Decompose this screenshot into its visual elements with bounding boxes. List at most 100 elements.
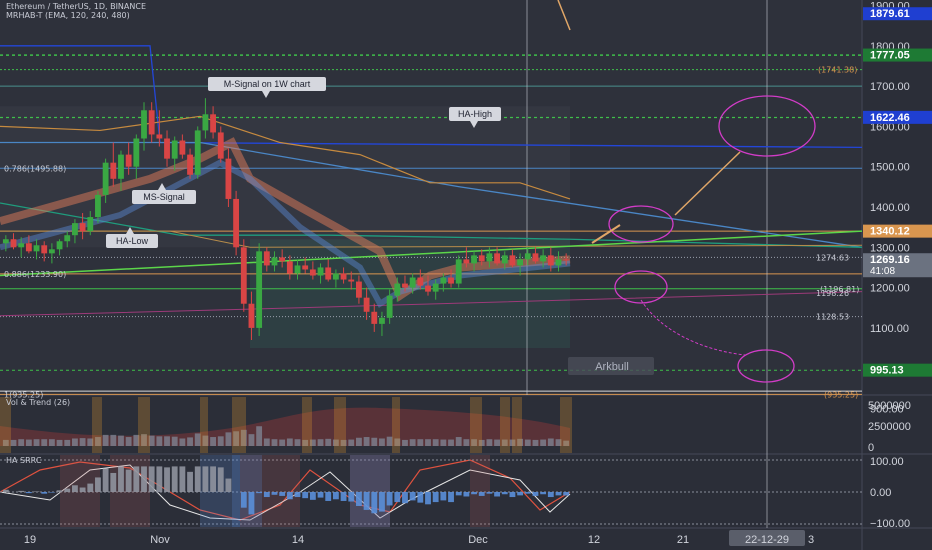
volume-bar: [10, 439, 17, 446]
candle-body: [79, 223, 86, 232]
ha-bar: [56, 490, 63, 492]
time-tick-label: 21: [677, 534, 689, 546]
volume-bar: [317, 439, 324, 446]
volume-bar: [41, 439, 48, 446]
candle-body: [363, 297, 370, 312]
ha-bar: [409, 492, 416, 501]
candle-body: [95, 194, 101, 218]
time-tick-label: 22-12-29: [745, 534, 789, 546]
candle-body: [87, 217, 94, 232]
candle-body: [386, 295, 393, 318]
ha-bar: [309, 492, 316, 500]
candle-body: [202, 114, 209, 131]
volume-pane-label: Vol & Trend (26): [6, 398, 71, 407]
price-badge-label: 1777.05: [870, 50, 910, 62]
volume-bar: [179, 438, 186, 446]
volume-bar: [48, 439, 55, 446]
ha-bar: [302, 492, 309, 499]
volume-bar: [164, 436, 170, 446]
level-label: 1128.53: [816, 313, 849, 322]
candle-body: [10, 239, 17, 248]
candle-body: [279, 257, 286, 262]
ha-bar: [164, 467, 170, 492]
ha-bar: [317, 492, 324, 498]
trend-highlight: [470, 397, 482, 453]
ha-bar: [248, 492, 255, 515]
candle-body: [263, 251, 270, 266]
ha-bar: [486, 492, 493, 494]
price-badge-label: 1340.12: [870, 226, 910, 238]
ha-bar: [225, 478, 232, 492]
candle-body: [248, 303, 255, 328]
ha-bar: [179, 466, 186, 492]
candle-body: [509, 255, 516, 266]
ha-bar: [363, 492, 370, 510]
candle-body: [402, 283, 408, 288]
volume-bar: [56, 439, 63, 446]
time-tick-label: 14: [292, 534, 304, 546]
ha-bar: [379, 492, 385, 512]
svg-text:HA-Low: HA-Low: [116, 236, 149, 246]
candle-body: [409, 277, 416, 288]
volume-bar: [524, 439, 531, 446]
price-tick-label: 1300.00: [870, 242, 910, 254]
volume-bar: [79, 438, 86, 446]
candle-body: [425, 285, 431, 292]
candle-body: [440, 277, 447, 284]
ha-bar: [118, 466, 124, 492]
volume-bar: [217, 436, 224, 446]
level-label: 0.786(1495.88): [4, 164, 66, 173]
volume-bar: [102, 434, 109, 446]
level-label: (1741.38): [818, 66, 857, 75]
candle-body: [348, 279, 355, 282]
ha-bar: [325, 492, 332, 501]
volume-bar: [409, 439, 416, 446]
volume-bar: [279, 439, 286, 446]
ha-bar: [148, 466, 155, 492]
volume-bar: [18, 439, 25, 446]
volume-bar: [248, 434, 255, 446]
candle-body: [547, 255, 554, 266]
volume-bar: [540, 439, 547, 446]
trend-highlight: [232, 397, 246, 453]
ha-pane-label: HA SRRC: [6, 456, 42, 465]
ha-bar: [348, 492, 355, 502]
candle-body: [455, 259, 462, 284]
countdown-label: 41:08: [870, 266, 895, 277]
ha-bar: [402, 492, 408, 504]
ha-bar: [48, 492, 55, 493]
ha-bar: [72, 485, 78, 492]
ha-bar: [501, 492, 508, 495]
ha-bar: [33, 491, 40, 492]
volume-bar: [210, 437, 216, 446]
candle-body: [394, 283, 401, 296]
candle-body: [25, 243, 32, 252]
price-tick-label: 1200.00: [870, 283, 910, 295]
ha-bar: [240, 492, 247, 508]
candle-body: [179, 140, 186, 155]
candle-body: [494, 253, 500, 264]
candle-body: [524, 253, 531, 260]
volume-bar: [455, 437, 462, 446]
volume-bar: [72, 438, 78, 446]
candle-body: [33, 245, 40, 252]
ha-bar: [425, 492, 431, 505]
price-tick-label: 1100.00: [870, 323, 909, 335]
ha-bar: [141, 466, 147, 492]
ha-tick-label: 0.00: [870, 487, 891, 499]
price-badge-label: 1622.46: [870, 112, 910, 124]
candle-body: [448, 277, 454, 284]
volume-bar: [532, 439, 539, 446]
volume-bar: [425, 439, 431, 446]
candle-body: [271, 257, 278, 266]
volume-bar: [356, 437, 362, 446]
trend-highlight: [200, 397, 208, 453]
trading-chart[interactable]: 0.786(1495.88)0.886(1233.90)1(935.25)127…: [0, 0, 932, 550]
candle-body: [164, 138, 170, 159]
volume-bar: [448, 439, 454, 446]
volume-bar: [402, 439, 408, 446]
candle-body: [194, 130, 201, 175]
ha-bar: [440, 492, 447, 501]
candle-body: [72, 223, 78, 236]
ha-bar: [133, 466, 140, 492]
